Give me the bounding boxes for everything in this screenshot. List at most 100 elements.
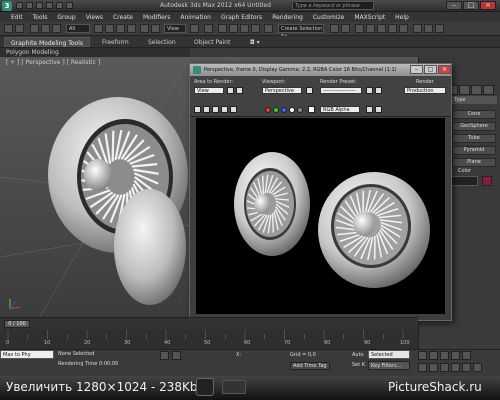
curve-editor-icon[interactable] [377,24,386,33]
open-file-icon[interactable] [26,2,33,9]
undo-icon[interactable] [4,24,13,33]
render-window-maximize-button[interactable]: □ [424,65,437,74]
render-button[interactable]: Render [416,79,434,85]
plane-button[interactable]: Plane [452,158,496,167]
menu-edit[interactable]: Edit [6,12,28,22]
environment-effects-icon[interactable] [375,87,382,94]
motion-tab-icon[interactable] [459,85,470,95]
play-icon[interactable] [440,351,449,360]
time-slider-track[interactable]: 0 / 100 [0,317,418,329]
viewport-dropdown[interactable]: Perspective [262,87,302,94]
auto-region-icon[interactable] [236,87,243,94]
render-setup-icon[interactable] [366,87,373,94]
viewport-label[interactable]: [ + ] [ Perspective ] [ Realistic ] [6,59,100,66]
menu-views[interactable]: Views [81,12,108,22]
redo-icon[interactable] [15,24,24,33]
menu-create[interactable]: Create [108,12,138,22]
menu-modifiers[interactable]: Modifiers [138,12,175,22]
select-object-icon[interactable] [94,24,103,33]
minimize-button[interactable]: – [446,1,462,10]
area-to-render-dropdown[interactable]: View [194,87,224,94]
background-color-swatch[interactable] [308,106,315,113]
previous-frame-icon[interactable] [429,351,438,360]
wheel-model-right-partial[interactable] [114,189,186,305]
spinner-snap-icon[interactable] [251,24,260,33]
key-mode-dropdown[interactable]: Selected [368,350,410,359]
channel-display-dropdown[interactable]: RGB Alpha [320,106,360,113]
render-production-icon[interactable] [435,24,444,33]
render-preset-dropdown[interactable]: ------------------ [320,87,362,94]
snaps-toggle-icon[interactable] [218,24,227,33]
tab-graphite-modeling-tools[interactable]: Graphite Modeling Tools [4,37,91,47]
polygon-modeling-label[interactable]: Polygon Modeling [6,49,59,56]
save-image-icon[interactable] [194,106,201,113]
display-tab-icon[interactable] [471,85,482,95]
close-button[interactable]: × [480,1,496,10]
alpha-channel-toggle[interactable] [289,107,295,113]
tab-freeform[interactable]: Freeform [96,37,135,47]
angle-snap-icon[interactable] [229,24,238,33]
object-type-rollout[interactable]: Type [452,96,497,104]
ribbon-options-icon[interactable]: ◘ ▾ [244,37,266,47]
menu-help[interactable]: Help [390,12,414,22]
monochrome-toggle[interactable] [297,107,303,113]
link-icon[interactable] [30,24,39,33]
graphite-toggle-icon[interactable] [366,24,375,33]
rotate-icon[interactable] [151,24,160,33]
selection-filter-dropdown[interactable]: All [66,24,90,33]
app-logo-icon[interactable]: 3 [2,1,12,11]
render-setup-icon[interactable] [413,24,422,33]
key-filters-button[interactable]: Key Filters... [368,361,410,370]
display-alpha-icon[interactable] [366,106,373,113]
print-image-icon[interactable] [221,106,228,113]
rectangular-selection-icon[interactable] [116,24,125,33]
selection-lock-icon[interactable] [160,351,169,360]
copy-image-icon[interactable] [203,106,210,113]
mirror-icon[interactable] [330,24,339,33]
menu-maxscript[interactable]: MAXScript [349,12,390,22]
absolute-mode-icon[interactable] [172,351,181,360]
zoom-extents-icon[interactable] [440,363,449,372]
menu-customize[interactable]: Customize [308,12,350,22]
go-to-start-icon[interactable] [418,351,427,360]
production-dropdown[interactable]: Production [404,87,446,94]
move-icon[interactable] [140,24,149,33]
add-time-tag-button[interactable]: Add Time Tag [290,362,330,370]
menu-rendering[interactable]: Rendering [267,12,308,22]
maximize-button[interactable]: □ [463,1,479,10]
maximize-viewport-icon[interactable] [473,363,482,372]
tab-selection[interactable]: Selection [142,37,182,47]
clone-window-icon[interactable] [212,106,219,113]
render-window-minimize-button[interactable]: – [410,65,423,74]
edit-region-icon[interactable] [227,87,234,94]
menu-group[interactable]: Group [52,12,80,22]
redo-icon[interactable] [56,2,63,9]
orbit-icon[interactable] [462,363,471,372]
rendered-frame-window-icon[interactable] [424,24,433,33]
tab-object-paint[interactable]: Object Paint [188,37,236,47]
select-manipulate-icon[interactable] [204,24,213,33]
undo-icon[interactable] [46,2,53,9]
layer-manager-icon[interactable] [355,24,364,33]
align-icon[interactable] [341,24,350,33]
clear-image-icon[interactable] [230,106,237,113]
new-file-icon[interactable] [16,2,23,9]
render-window-close-button[interactable]: × [438,65,451,74]
geosphere-button[interactable]: GeoSphere [452,122,496,131]
object-color-swatch[interactable] [482,176,492,186]
menu-tools[interactable]: Tools [28,12,53,22]
select-by-name-icon[interactable] [105,24,114,33]
go-to-end-icon[interactable] [462,351,471,360]
percent-snap-icon[interactable] [240,24,249,33]
zoom-all-icon[interactable] [429,363,438,372]
search-input[interactable]: Type a keyword or phrase [292,1,374,10]
blue-channel-toggle[interactable] [281,107,287,113]
schematic-view-icon[interactable] [388,24,397,33]
project-folder-icon[interactable] [66,2,73,9]
pivot-center-icon[interactable] [190,24,199,33]
unlink-icon[interactable] [41,24,50,33]
zoom-icon[interactable] [418,363,427,372]
pan-view-icon[interactable] [451,363,460,372]
window-crossing-icon[interactable] [127,24,136,33]
tube-button[interactable]: Tube [452,134,496,143]
